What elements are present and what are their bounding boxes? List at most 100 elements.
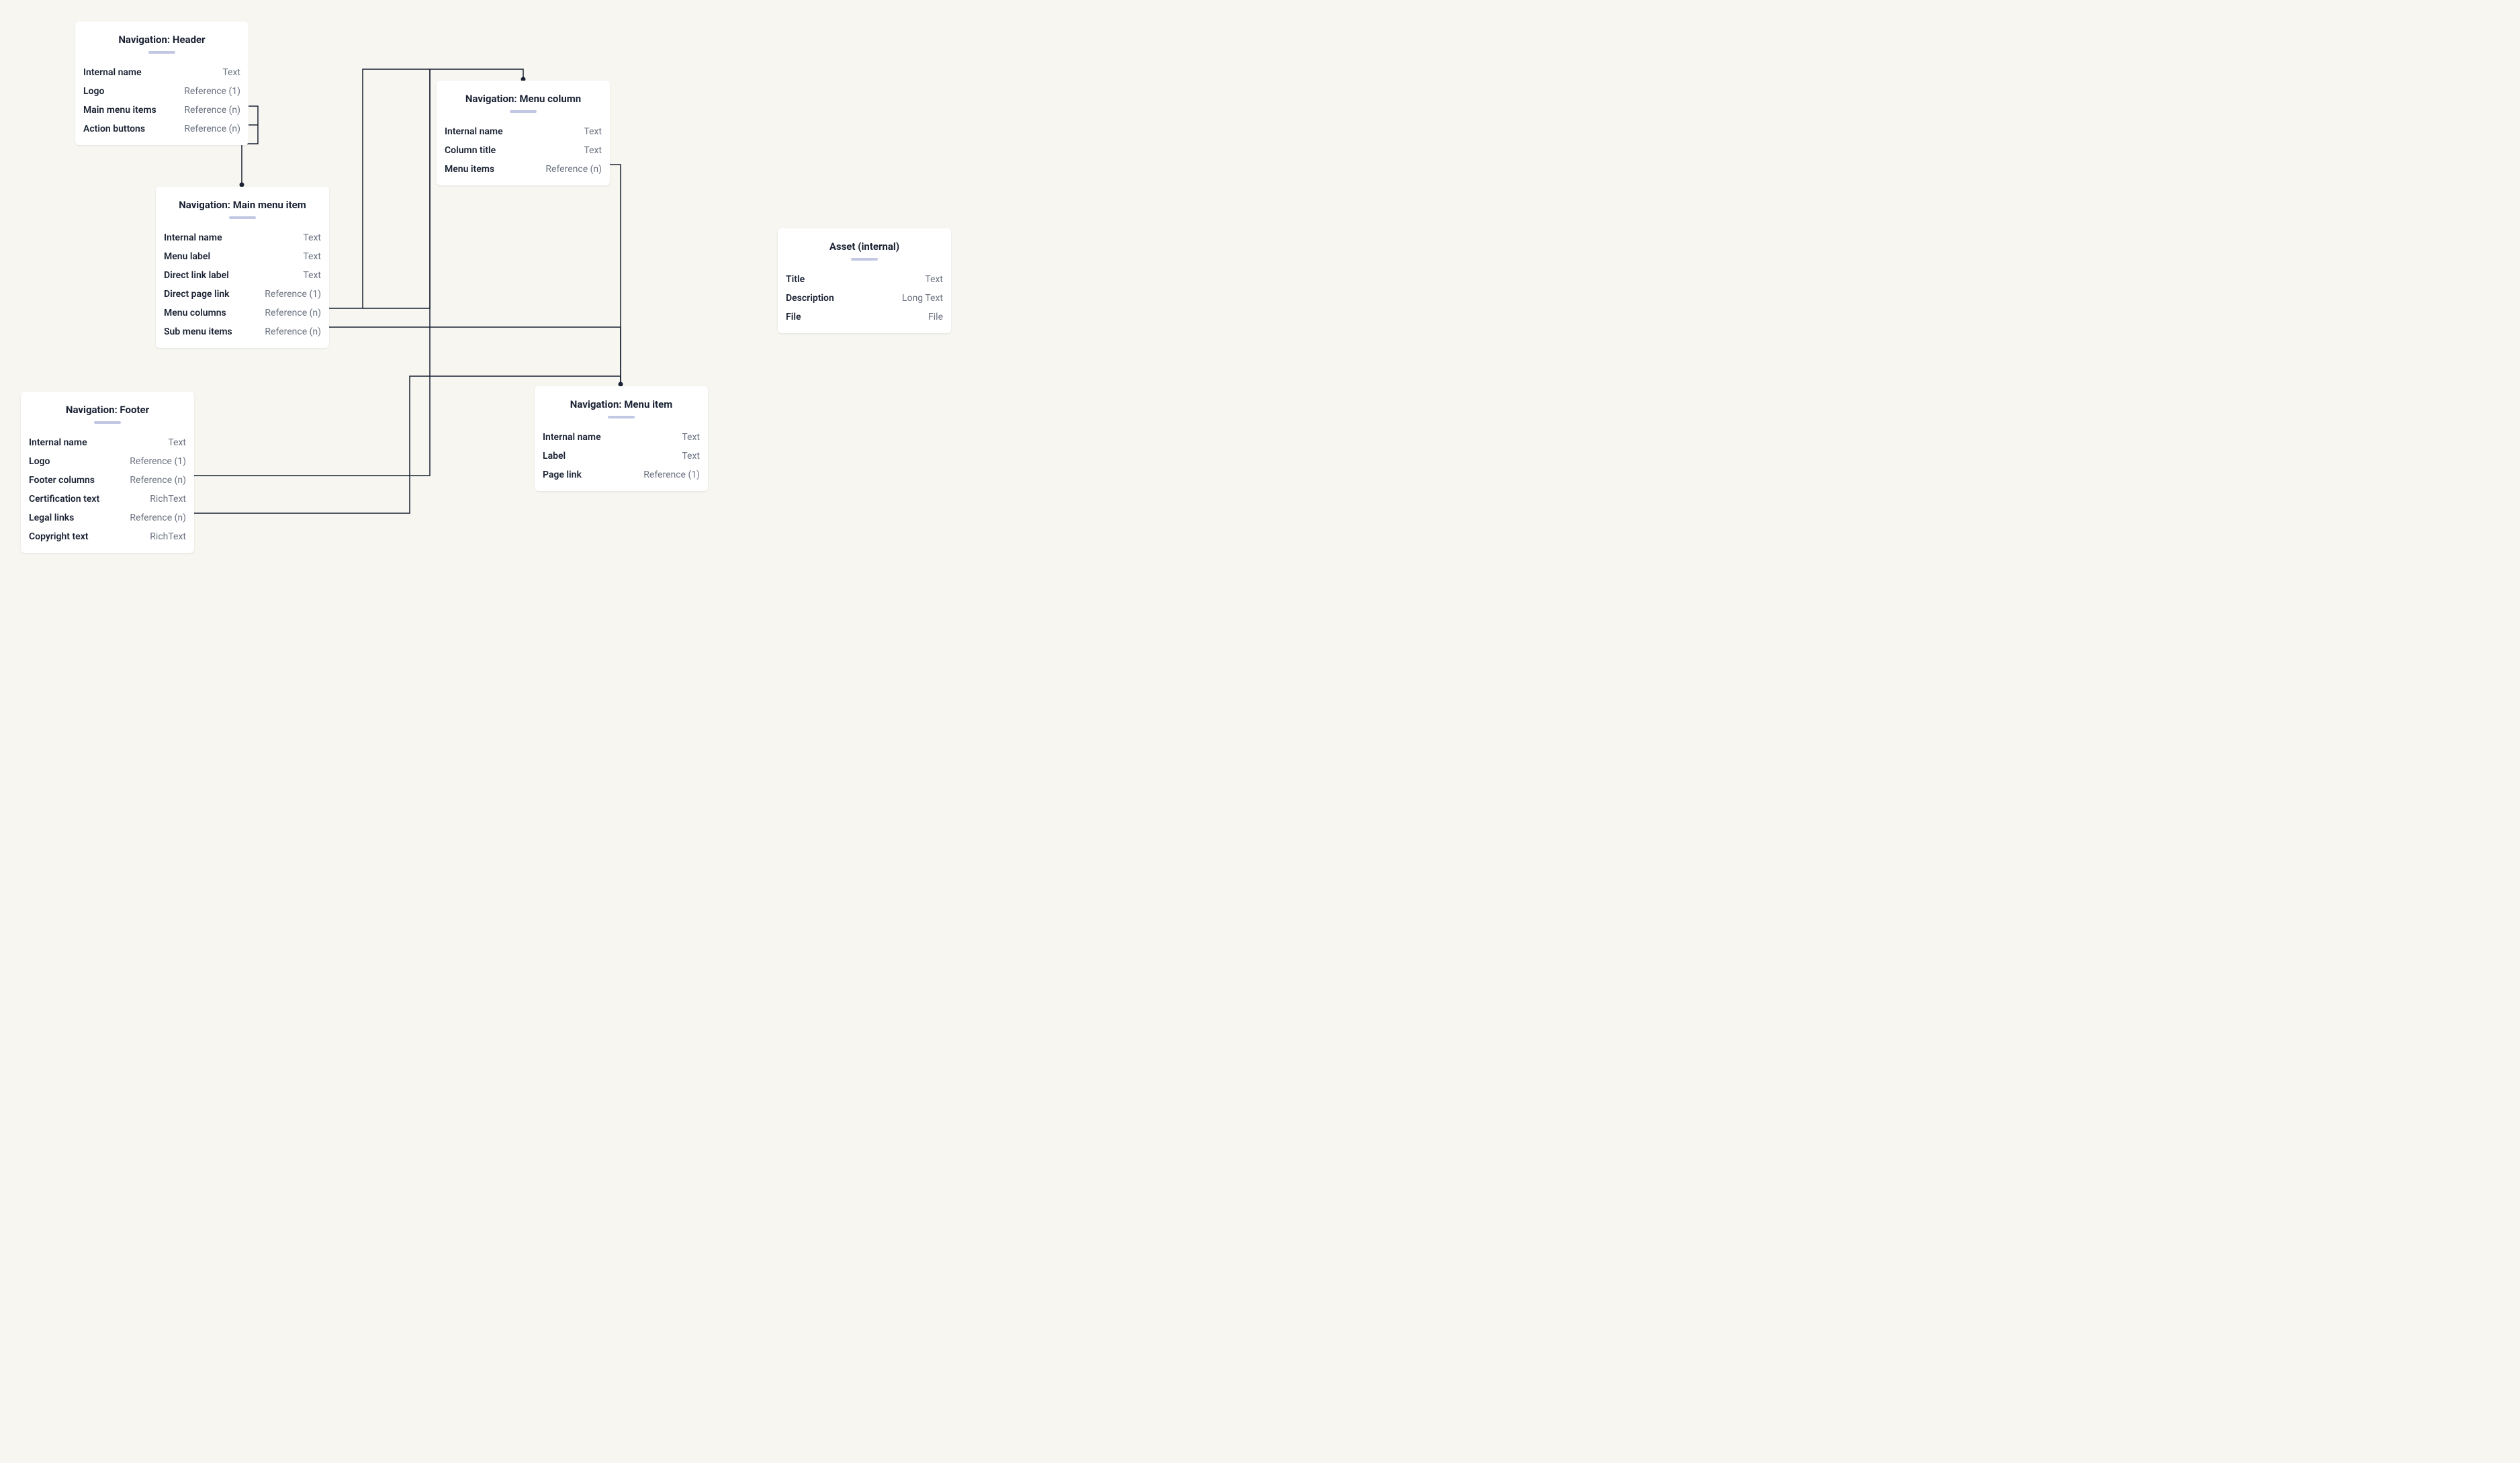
- card-nav-menu-item[interactable]: Navigation: Menu item Internal name Text …: [535, 386, 708, 491]
- field-type: Text: [303, 269, 321, 281]
- field-row: Internal name Text: [543, 428, 700, 447]
- card-nav-header[interactable]: Navigation: Header Internal name Text Log…: [75, 21, 249, 145]
- card-title: Navigation: Header: [83, 34, 240, 46]
- field-type: Reference (1): [130, 455, 186, 468]
- field-row: Legal links Reference (n): [29, 508, 186, 527]
- field-row: Menu items Reference (n): [445, 160, 602, 179]
- card-title: Asset (internal): [786, 240, 943, 253]
- card-title: Navigation: Footer: [29, 404, 186, 416]
- field-name: Copyright text: [29, 531, 88, 543]
- field-row: Menu columns Reference (n): [164, 304, 321, 322]
- field-name: Action buttons: [83, 123, 145, 135]
- field-name: Description: [786, 292, 834, 304]
- field-name: Main menu items: [83, 104, 156, 116]
- card-title: Navigation: Main menu item: [164, 199, 321, 211]
- field-type: Text: [682, 431, 700, 443]
- field-row: Internal name Text: [445, 122, 602, 141]
- field-name: Internal name: [164, 232, 222, 244]
- field-row: Logo Reference (1): [83, 82, 240, 101]
- field-type: Text: [584, 144, 602, 157]
- field-row: Certification text RichText: [29, 490, 186, 508]
- field-type: Reference (1): [184, 85, 240, 97]
- field-name: Menu label: [164, 251, 210, 263]
- field-type: Reference (1): [643, 469, 700, 481]
- field-row: Description Long Text: [786, 289, 943, 308]
- field-row: Sub menu items Reference (n): [164, 322, 321, 341]
- field-name: Direct link label: [164, 269, 229, 281]
- field-row: Label Text: [543, 447, 700, 466]
- field-row: Copyright text RichText: [29, 527, 186, 546]
- field-name: Title: [786, 273, 805, 285]
- field-type: Reference (n): [265, 307, 321, 319]
- field-row: Direct page link Reference (1): [164, 285, 321, 304]
- field-name: Menu items: [445, 163, 494, 175]
- field-name: Sub menu items: [164, 326, 232, 338]
- field-row: Action buttons Reference (n): [83, 120, 240, 138]
- card-nav-menu-column[interactable]: Navigation: Menu column Internal name Tex…: [437, 81, 610, 185]
- fields-list: Internal name Text Column title Text Menu …: [445, 122, 602, 179]
- field-row: Menu label Text: [164, 247, 321, 266]
- field-name: Logo: [83, 85, 104, 97]
- field-name: Label: [543, 450, 566, 462]
- fields-list: Internal name Text Logo Reference (1) Foot…: [29, 433, 186, 546]
- field-name: Internal name: [83, 66, 142, 79]
- field-row: Logo Reference (1): [29, 452, 186, 471]
- field-type: Reference (n): [545, 163, 602, 175]
- field-name: File: [786, 311, 801, 323]
- field-name: Internal name: [445, 126, 503, 138]
- field-type: Text: [168, 437, 186, 449]
- field-type: Text: [925, 273, 943, 285]
- field-type: RichText: [150, 531, 186, 543]
- card-asset-internal[interactable]: Asset (internal) Title Text Description Lo…: [778, 228, 951, 333]
- diagram-canvas: Navigation: Header Internal name Text Log…: [0, 0, 973, 564]
- field-type: Reference (n): [130, 512, 186, 524]
- field-type: Text: [222, 66, 240, 79]
- field-name: Page link: [543, 469, 582, 481]
- field-row: File File: [786, 308, 943, 326]
- card-title: Navigation: Menu item: [543, 398, 700, 410]
- field-type: Reference (n): [184, 123, 240, 135]
- field-row: Direct link label Text: [164, 266, 321, 285]
- field-name: Column title: [445, 144, 496, 157]
- accent-bar: [94, 421, 121, 424]
- accent-bar: [510, 110, 537, 113]
- field-row: Internal name Text: [164, 228, 321, 247]
- field-type: Text: [303, 251, 321, 263]
- field-row: Internal name Text: [29, 433, 186, 452]
- field-type: Reference (n): [265, 326, 321, 338]
- field-row: Internal name Text: [83, 63, 240, 82]
- field-type: RichText: [150, 493, 186, 505]
- field-name: Footer columns: [29, 474, 95, 486]
- field-row: Page link Reference (1): [543, 466, 700, 484]
- accent-bar: [608, 416, 635, 418]
- field-name: Logo: [29, 455, 50, 468]
- fields-list: Title Text Description Long Text File File: [786, 270, 943, 326]
- accent-bar: [851, 258, 878, 261]
- field-type: File: [928, 311, 943, 323]
- accent-bar: [148, 51, 175, 54]
- fields-list: Internal name Text Menu label Text Direct …: [164, 228, 321, 341]
- fields-list: Internal name Text Label Text Page link Ref…: [543, 428, 700, 484]
- field-name: Menu columns: [164, 307, 226, 319]
- fields-list: Internal name Text Logo Reference (1) Main…: [83, 63, 240, 138]
- field-type: Text: [584, 126, 602, 138]
- field-name: Internal name: [29, 437, 87, 449]
- field-type: Text: [682, 450, 700, 462]
- field-name: Internal name: [543, 431, 601, 443]
- field-type: Long Text: [902, 292, 943, 304]
- field-name: Certification text: [29, 493, 99, 505]
- field-row: Main menu items Reference (n): [83, 101, 240, 120]
- card-nav-footer[interactable]: Navigation: Footer Internal name Text Log…: [21, 392, 194, 553]
- field-type: Reference (n): [184, 104, 240, 116]
- field-row: Column title Text: [445, 141, 602, 160]
- field-type: Text: [303, 232, 321, 244]
- field-row: Title Text: [786, 270, 943, 289]
- field-type: Reference (n): [130, 474, 186, 486]
- card-nav-main-menu-item[interactable]: Navigation: Main menu item Internal name…: [156, 187, 329, 348]
- field-row: Footer columns Reference (n): [29, 471, 186, 490]
- field-name: Legal links: [29, 512, 74, 524]
- card-title: Navigation: Menu column: [445, 93, 602, 105]
- field-name: Direct page link: [164, 288, 230, 300]
- accent-bar: [229, 216, 256, 219]
- field-type: Reference (1): [265, 288, 321, 300]
